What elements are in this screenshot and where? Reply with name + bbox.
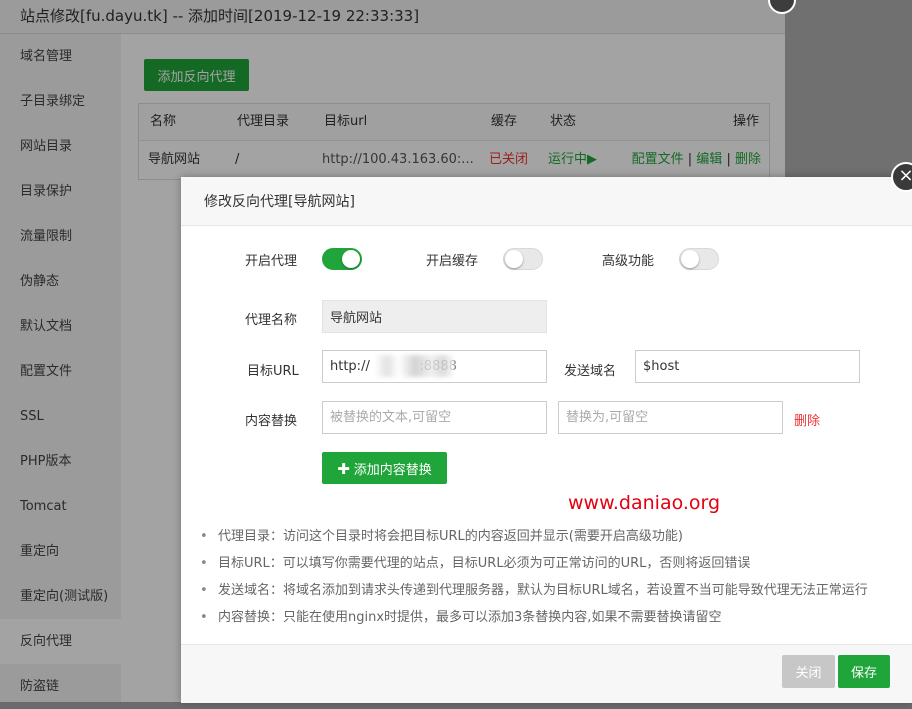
tip-item: 目标URL：可以填写你需要代理的站点，目标URL必须为可正常访问的URL，否则将… bbox=[198, 552, 868, 579]
delete-replace-link[interactable]: 删除 bbox=[794, 410, 820, 429]
plus-icon: ✚ bbox=[337, 459, 350, 478]
save-button[interactable]: 保存 bbox=[838, 655, 890, 688]
tip-item: 内容替换：只能在使用nginx时提供，最多可以添加3条替换内容,如果不需要替换请… bbox=[198, 606, 868, 633]
content-replace-label: 内容替换 bbox=[245, 414, 298, 429]
dialog-footer: 关闭 保存 bbox=[181, 644, 912, 703]
send-domain-label: 发送域名 bbox=[564, 364, 617, 379]
replace-from-field[interactable] bbox=[322, 401, 547, 434]
tip-item: 发送域名：将域名添加到请求头传递到代理服务器，默认为目标URL域名，若设置不当可… bbox=[198, 579, 868, 606]
enable-cache-label: 开启缓存 bbox=[426, 254, 479, 269]
target-url-label: 目标URL bbox=[247, 364, 299, 379]
edit-reverse-proxy-dialog: 修改反向代理[导航网站] × 开启代理 开启缓存 高级功能 代理名称 目标URL… bbox=[181, 162, 912, 703]
replace-to-field[interactable] bbox=[558, 401, 783, 434]
enable-proxy-label: 开启代理 bbox=[245, 254, 298, 269]
add-content-replace-button[interactable]: ✚ 添加内容替换 bbox=[322, 452, 447, 484]
advanced-toggle[interactable] bbox=[679, 248, 719, 270]
toggle-knob bbox=[505, 250, 523, 268]
proxy-name-label: 代理名称 bbox=[245, 313, 298, 328]
tip-item: 代理目录：访问这个目录时将会把目标URL的内容返回并显示(需要开启高级功能) bbox=[198, 525, 868, 552]
close-button[interactable]: 关闭 bbox=[782, 655, 835, 688]
toggle-knob bbox=[342, 250, 360, 268]
enable-proxy-toggle[interactable] bbox=[322, 248, 362, 270]
send-domain-field[interactable] bbox=[635, 350, 860, 383]
toggle-knob bbox=[681, 250, 699, 268]
add-content-replace-label: 添加内容替换 bbox=[353, 462, 432, 478]
proxy-name-field bbox=[322, 300, 547, 333]
watermark: www.daniao.org bbox=[568, 492, 721, 514]
advanced-label: 高级功能 bbox=[602, 254, 655, 269]
enable-cache-toggle[interactable] bbox=[503, 248, 543, 270]
help-tips: 代理目录：访问这个目录时将会把目标URL的内容返回并显示(需要开启高级功能) 目… bbox=[198, 525, 868, 633]
target-url-field[interactable] bbox=[322, 350, 547, 383]
dialog-title: 修改反向代理[导航网站] bbox=[181, 177, 912, 226]
